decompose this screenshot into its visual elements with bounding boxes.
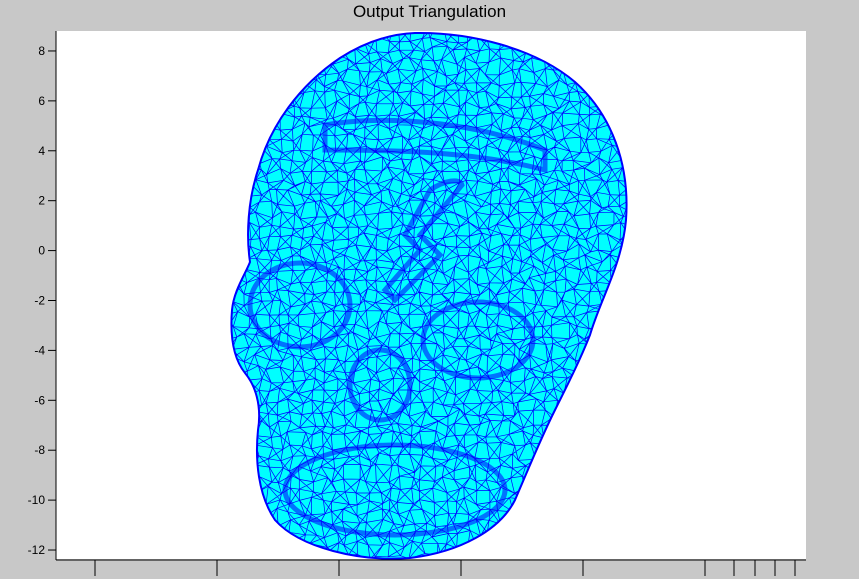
y-tick-label: 0 [38, 244, 45, 258]
y-tick-label: 8 [38, 44, 45, 58]
y-tick-label: 6 [38, 94, 45, 108]
x-axis [94, 560, 796, 576]
y-tick-label: -8 [34, 443, 45, 457]
chart-canvas: 8 6 4 2 0 -2 -4 -6 -8 -10 -12 [28, 31, 806, 576]
y-tick-label: 4 [38, 144, 45, 158]
y-tick-label: -12 [28, 543, 46, 557]
y-axis: 8 6 4 2 0 -2 -4 -6 -8 -10 -12 [28, 44, 56, 557]
y-tick-label: -4 [34, 343, 45, 357]
y-tick-label: -6 [34, 393, 45, 407]
y-tick-label: -10 [28, 493, 46, 507]
y-tick-label: -2 [34, 293, 45, 307]
y-tick-label: 2 [38, 194, 45, 208]
